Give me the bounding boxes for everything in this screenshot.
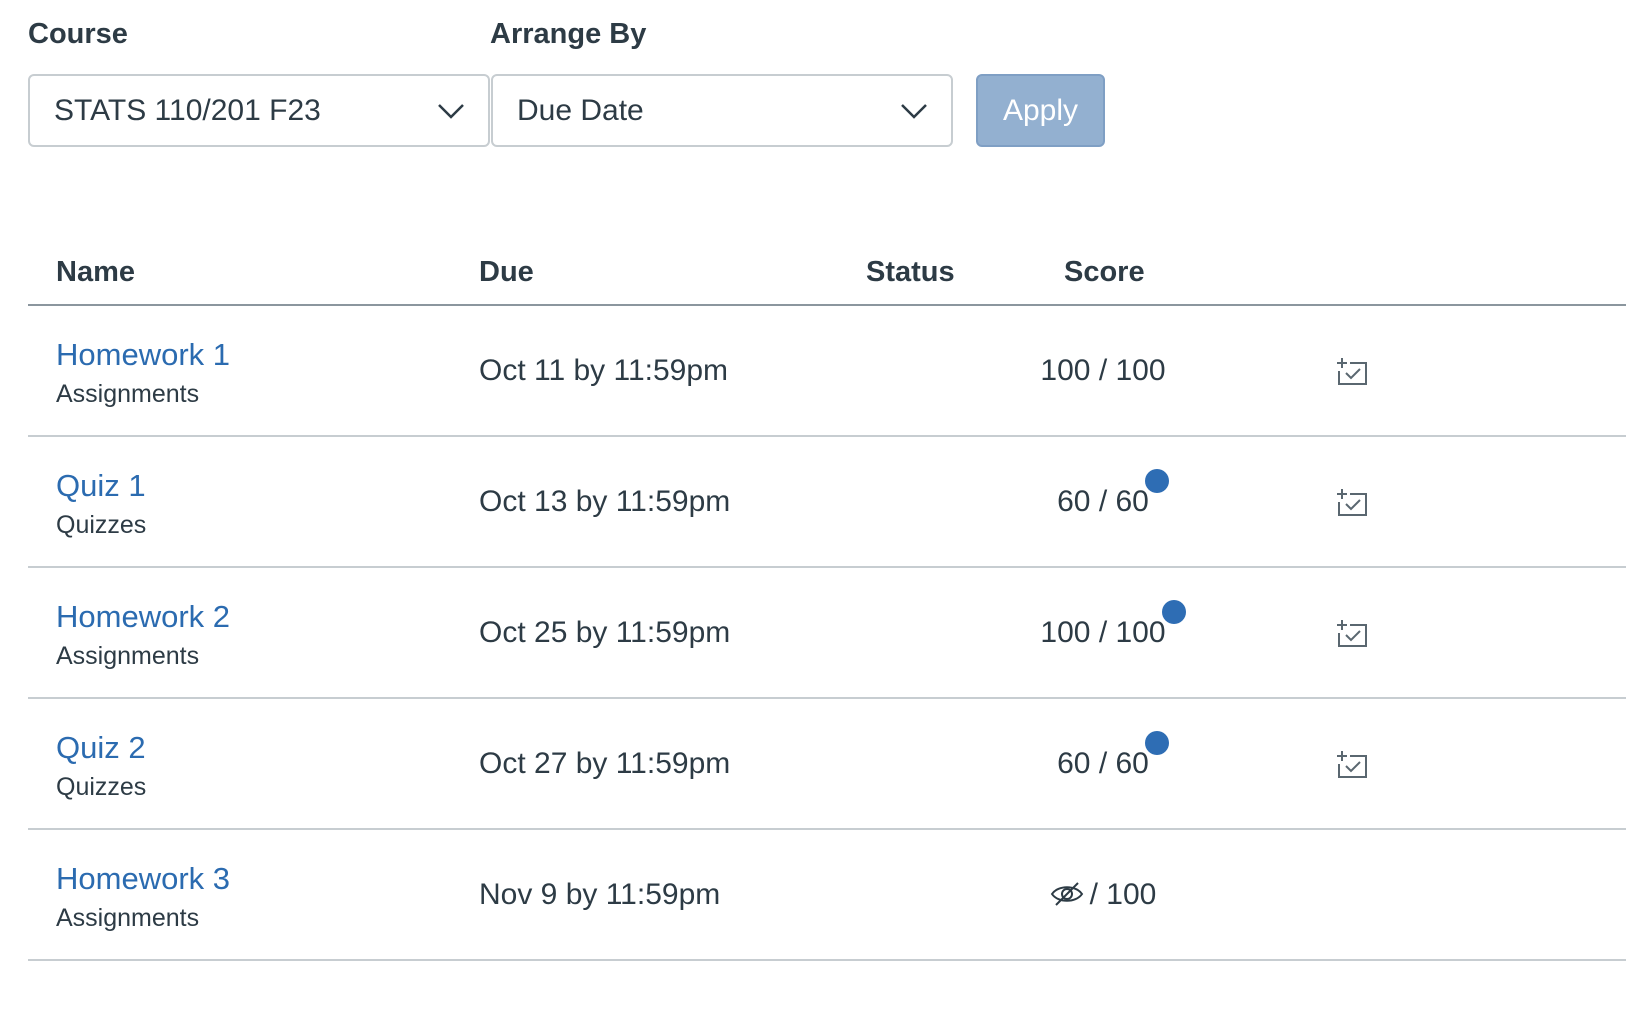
assignment-link[interactable]: Homework 1	[56, 336, 230, 374]
assignment-link[interactable]: Homework 3	[56, 860, 230, 898]
due-date: Oct 25 by 11:59pm	[479, 616, 731, 649]
unread-dot-icon	[1161, 600, 1186, 624]
score-total: 60	[1115, 747, 1149, 780]
table-body: Homework 1 Assignments Oct 11 by 11:59pm 10…	[28, 306, 1626, 961]
unread-dot-icon	[1144, 469, 1169, 493]
score-separator: /	[1090, 354, 1116, 387]
table-row: Homework 3 Assignments Nov 9 by 11:59pm / 1…	[28, 830, 1626, 961]
grades-table: Name Due Status Score Homework 1 Assignme…	[28, 240, 1626, 961]
score-separator: /	[1089, 878, 1107, 911]
add-to-planner-icon[interactable]	[1336, 618, 1368, 648]
due-date: Oct 13 by 11:59pm	[479, 485, 731, 518]
course-label: Course	[28, 18, 128, 50]
assignment-group: Quizzes	[56, 511, 147, 539]
score-value: 100	[1040, 354, 1091, 387]
arrange-by-label: Arrange By	[490, 18, 647, 50]
score-value: 100	[1040, 616, 1091, 649]
chevron-down-icon	[901, 104, 927, 119]
assignment-group: Assignments	[56, 904, 200, 932]
name-column-header[interactable]: Name	[56, 254, 135, 290]
table-row: Quiz 1 Quizzes Oct 13 by 11:59pm 60 / 60	[28, 437, 1626, 568]
table-row: Homework 1 Assignments Oct 11 by 11:59pm 10…	[28, 306, 1626, 437]
add-to-planner-icon[interactable]	[1336, 487, 1368, 517]
assignment-group: Assignments	[56, 380, 200, 408]
score-value: 60	[1057, 747, 1091, 780]
score-separator: /	[1090, 485, 1116, 518]
score-cell: 60 / 60	[928, 731, 1278, 783]
due-column-header[interactable]: Due	[479, 254, 534, 290]
score-cell: 100 / 100	[928, 352, 1278, 390]
table-row: Homework 2 Assignments Oct 25 by 11:59pm 10…	[28, 568, 1626, 699]
status-column-header[interactable]: Status	[866, 254, 955, 290]
score-cell: 60 / 60	[928, 469, 1278, 521]
assignment-link[interactable]: Quiz 2	[56, 729, 146, 767]
arrange-by-select[interactable]: Due Date	[491, 74, 953, 147]
score-value: 60	[1057, 485, 1091, 518]
unread-dot-icon	[1144, 731, 1169, 755]
score-cell: / 100	[928, 876, 1278, 914]
arrange-by-select-value: Due Date	[517, 93, 644, 127]
grade-filters: Course Arrange By STATS 110/201 F23 Due …	[28, 16, 1328, 156]
table-row: Quiz 2 Quizzes Oct 27 by 11:59pm 60 / 60	[28, 699, 1626, 830]
course-select[interactable]: STATS 110/201 F23	[28, 74, 490, 147]
chevron-down-icon	[438, 104, 464, 119]
assignment-group: Quizzes	[56, 773, 147, 801]
score-column-header[interactable]: Score	[1064, 254, 1145, 290]
due-date: Nov 9 by 11:59pm	[479, 878, 721, 911]
table-header: Name Due Status Score	[28, 240, 1626, 306]
score-cell: 100 / 100	[928, 600, 1278, 652]
due-date: Oct 27 by 11:59pm	[479, 747, 731, 780]
eye-slash-icon	[1050, 880, 1084, 908]
score-total: 100	[1106, 878, 1157, 911]
score-separator: /	[1090, 747, 1116, 780]
assignment-link[interactable]: Quiz 1	[56, 467, 146, 505]
course-select-value: STATS 110/201 F23	[54, 93, 321, 127]
score-total: 100	[1115, 354, 1166, 387]
due-date: Oct 11 by 11:59pm	[479, 354, 729, 387]
assignment-link[interactable]: Homework 2	[56, 598, 230, 636]
add-to-planner-icon[interactable]	[1336, 749, 1368, 779]
add-to-planner-icon[interactable]	[1336, 356, 1368, 386]
assignment-group: Assignments	[56, 642, 200, 670]
score-total: 100	[1115, 616, 1166, 649]
apply-button[interactable]: Apply	[976, 74, 1105, 147]
score-separator: /	[1090, 616, 1116, 649]
score-total: 60	[1115, 485, 1149, 518]
